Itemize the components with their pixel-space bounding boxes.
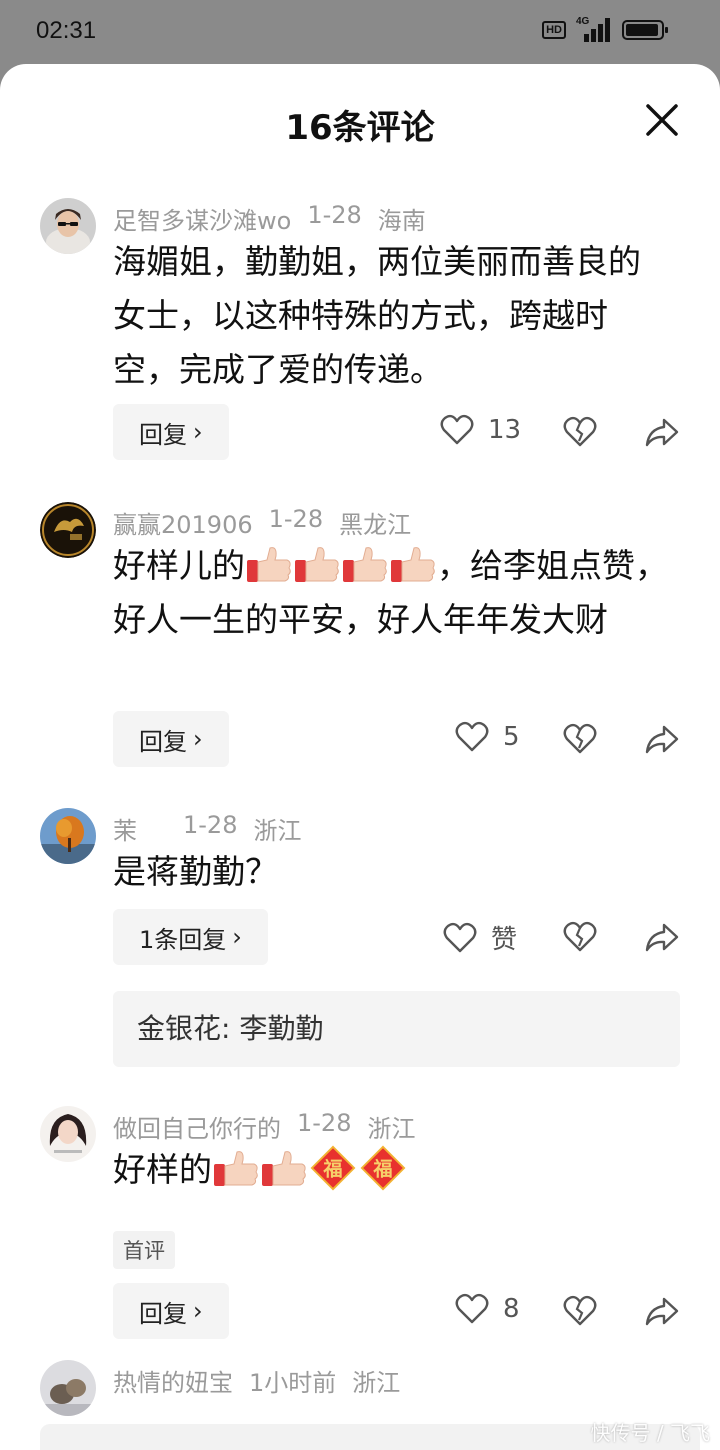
sub-reply-preview[interactable]: 金银花: 李勤勤 [113,991,680,1067]
chevron-right-icon: › [193,1297,203,1325]
share-icon[interactable] [644,1293,680,1329]
reply-button[interactable]: 回复 › [113,404,229,460]
heart-icon [455,1293,489,1324]
like-count: 13 [488,415,522,445]
username[interactable]: 赢赢201906 [113,505,253,540]
comment-location: 海南 [377,207,426,235]
reply-button[interactable]: 回复 › [113,711,229,767]
sheet-title: 16条评论 [285,108,435,148]
share-icon[interactable] [644,919,680,955]
comment-date: 1-28 [307,201,362,229]
comment-text: 是蒋勤勤？ [113,852,278,891]
like-count: 5 [503,722,520,752]
comment-date: 1小时前 [249,1369,337,1397]
svg-text:福: 福 [372,1158,392,1181]
avatar[interactable] [40,808,96,864]
status-icons: HD 4G [542,16,668,42]
status-bar: 02:31 HD 4G [0,0,720,64]
heart-icon [455,721,489,752]
chevron-right-icon: › [232,923,242,951]
share-icon[interactable] [644,721,680,757]
avatar[interactable] [40,198,96,254]
replies-button[interactable]: 1条回复 › [113,909,268,965]
battery-icon [622,20,668,40]
heart-icon [443,922,477,952]
thumbs-up-icon [262,1151,306,1186]
comment-meta: 茉 1-28 浙江 [113,811,301,846]
chevron-right-icon: › [193,725,203,753]
signal-4g-icon: 4G [576,16,612,42]
comment-item: 茉 1-28 浙江 是蒋勤勤？ 1条回复 › 赞 金银花: 李勤勤 [0,808,720,1068]
fortune-icon: 福 [360,1145,406,1191]
chevron-right-icon: › [193,418,203,446]
avatar[interactable] [40,502,96,558]
watermark: 快传号 / 飞飞 [590,1421,710,1445]
like-count: 8 [503,1294,520,1324]
comment-date: 1-28 [268,505,324,533]
hd-icon: HD [542,21,566,39]
avatar[interactable] [40,1106,96,1162]
thumbs-up-icon [391,547,435,582]
comment-location: 黑龙江 [339,511,412,539]
dislike-icon[interactable] [562,414,598,450]
comment-text: 好样的福福 [113,1143,673,1197]
comment-text: 海媚姐，勤勤姐，两位美丽而善良的女士，以这种特殊的方式，跨越时空，完成了爱的传递… [113,242,641,389]
comment-meta: 赢赢201906 1-28 黑龙江 [113,505,411,540]
dislike-icon[interactable] [562,721,598,757]
comment-item: 足智多谋沙滩wo 1-28 海南 海媚姐，勤勤姐，两位美丽而善良的女士，以这种特… [0,198,720,468]
comment-meta: 足智多谋沙滩wo 1-28 海南 [113,201,426,236]
username[interactable]: 做回自己你行的 [113,1109,281,1144]
like-button[interactable]: 赞 [443,919,517,956]
thumbs-up-icon [247,547,291,582]
comment-date: 1-28 [183,811,238,839]
username[interactable]: 足智多谋沙滩wo [113,201,291,236]
username[interactable]: 热情的妞宝 [113,1363,233,1398]
svg-text:福: 福 [322,1158,342,1181]
close-icon[interactable] [640,98,684,142]
comment-meta: 热情的妞宝 1小时前 浙江 [113,1363,400,1398]
thumbs-up-icon [295,547,339,582]
fortune-icon: 福 [310,1145,356,1191]
comment-text: 好样儿的 ，给李姐点赞，好人一生的平安，好人年年发大财 [113,546,668,639]
comment-item: 做回自己你行的 1-28 浙江 好样的福福 首评 回复 › 8 [0,1106,720,1376]
comment-meta: 做回自己你行的 1-28 浙江 [113,1109,415,1144]
like-button[interactable]: 5 [455,721,520,753]
comment-location: 浙江 [253,817,302,845]
dislike-icon[interactable] [562,1293,598,1329]
comments-sheet: 16条评论 足智多谋沙滩wo 1-28 海南 海媚姐，勤勤姐，两位美丽而善良的女… [0,64,720,1450]
like-button[interactable]: 8 [455,1293,520,1325]
comment-date: 1-28 [297,1109,352,1137]
heart-icon [440,414,474,445]
dislike-icon[interactable] [562,919,598,955]
like-button[interactable]: 13 [440,414,521,446]
reply-button[interactable]: 回复 › [113,1283,229,1339]
avatar[interactable] [40,1360,96,1416]
comment-location: 浙江 [352,1369,401,1397]
username[interactable]: 茉 [113,811,167,846]
thumbs-up-icon [214,1151,258,1186]
comment-item: 赢赢201906 1-28 黑龙江 好样儿的 ，给李姐点赞，好人一生的平安，好人年… [0,502,720,772]
first-comment-badge: 首评 [113,1231,175,1269]
like-label: 赞 [491,925,518,955]
share-icon[interactable] [644,414,680,450]
status-time: 02:31 [36,17,97,44]
thumbs-up-icon [343,547,387,582]
comment-location: 浙江 [367,1115,416,1143]
